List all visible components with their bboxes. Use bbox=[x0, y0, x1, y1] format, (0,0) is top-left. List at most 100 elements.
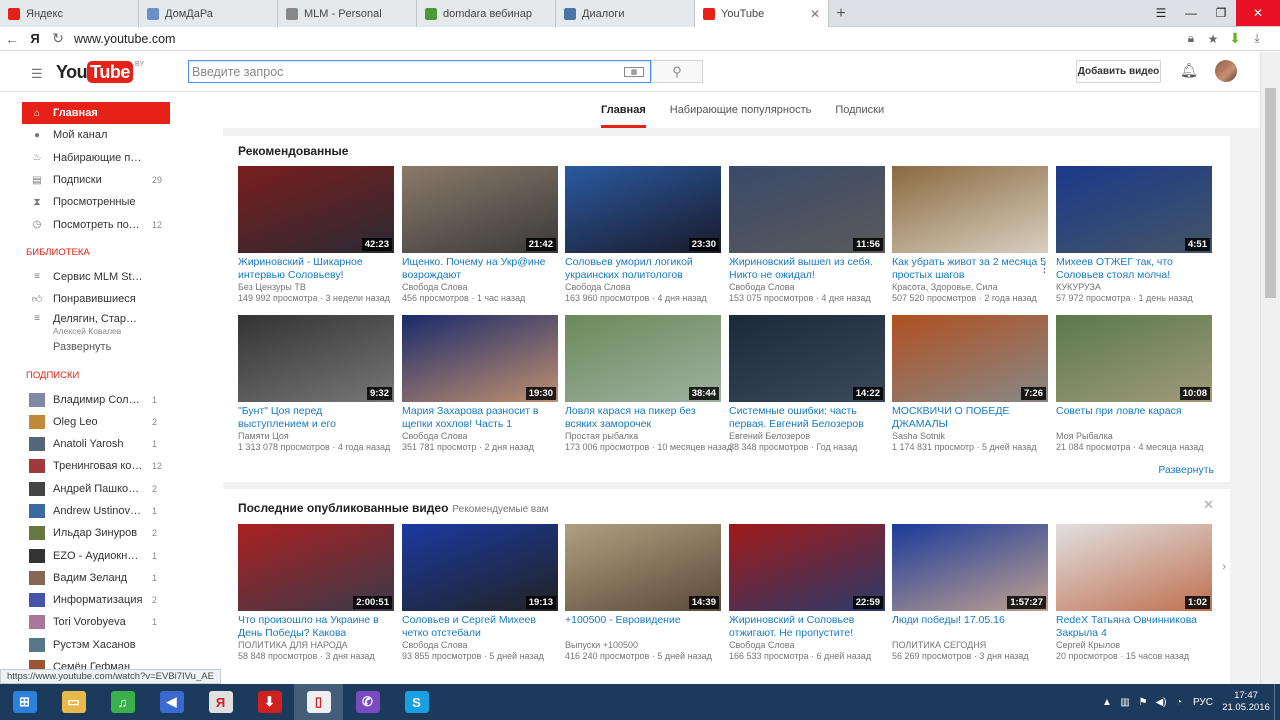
video-title[interactable]: Жириновский вышел из себя. Никто не ожид… bbox=[729, 256, 885, 282]
page-scrollbar[interactable] bbox=[1260, 52, 1280, 684]
sidebar-item[interactable]: ♨ Набирающие популярность bbox=[0, 147, 223, 169]
video-title[interactable]: +100500 - Евровидение bbox=[565, 614, 721, 640]
video-thumbnail[interactable]: 4:51 bbox=[1056, 166, 1212, 253]
video-channel[interactable]: Свобода Слова bbox=[729, 282, 885, 293]
video-title[interactable]: Ищенко. Почему на Укр@ине возрождают bbox=[402, 256, 558, 282]
keyboard-icon[interactable]: ▦ bbox=[624, 66, 644, 77]
video-thumbnail[interactable]: 21:42 bbox=[402, 166, 558, 253]
video-channel[interactable]: Выпуски +100500 bbox=[565, 640, 721, 651]
video-channel[interactable]: Красота, Здоровье, Сила bbox=[892, 282, 1048, 293]
dismiss-icon[interactable]: ✕ bbox=[1203, 497, 1214, 513]
video-card[interactable]: 2:00:51 Что произошло на Украине в День П… bbox=[238, 524, 394, 662]
sidebar-subscription[interactable]: Andrew Ustinovich 1 bbox=[0, 500, 223, 522]
video-card[interactable]: 11:56 Жириновский вышел из себя. Никто не… bbox=[729, 166, 885, 304]
video-thumbnail[interactable]: 10:08 bbox=[1056, 315, 1212, 402]
volume-icon[interactable]: ◀) bbox=[1152, 697, 1170, 708]
video-title[interactable]: Мария Захарова разносит в щепки хохлов! … bbox=[402, 405, 558, 431]
music[interactable]: ♫ bbox=[98, 684, 147, 720]
sidebar-subscription[interactable]: Tori Vorobyeva 1 bbox=[0, 611, 223, 633]
video-thumbnail[interactable]: 14:22 bbox=[729, 315, 885, 402]
explorer[interactable]: ▭ bbox=[49, 684, 98, 720]
clock[interactable]: 17:47 21.05.2016 bbox=[1218, 690, 1274, 714]
sidebar-item-home[interactable]: ⌂ Главная bbox=[22, 102, 170, 125]
video-channel[interactable]: Моя Рыбалка bbox=[1056, 431, 1212, 442]
video-thumbnail[interactable]: 19:13 bbox=[402, 524, 558, 611]
video-thumbnail[interactable]: 19:30 bbox=[402, 315, 558, 402]
tab-list-icon[interactable]: ☰ bbox=[1146, 0, 1176, 26]
video-card[interactable]: 9:32 "Бунт" Цоя перед выступлением и его П… bbox=[238, 315, 394, 453]
network-icon[interactable]: ▥ bbox=[1116, 697, 1134, 708]
sidebar-subscription[interactable]: Информатизация 2 bbox=[0, 589, 223, 611]
start-button[interactable]: ⊞ bbox=[0, 684, 49, 720]
video-channel[interactable]: Sasha Sotnik bbox=[892, 431, 1048, 442]
video-thumbnail[interactable]: 23:30 bbox=[565, 166, 721, 253]
sidebar-item[interactable]: 👍︎ Понравившиеся bbox=[0, 288, 223, 310]
show-desktop-button[interactable] bbox=[1274, 684, 1280, 720]
browser-tab[interactable]: YouTube ✕ bbox=[695, 0, 829, 27]
minimize-icon[interactable]: — bbox=[1176, 0, 1206, 26]
guide-menu-icon[interactable]: ☰ bbox=[31, 66, 43, 82]
sidebar-item[interactable]: ≡ Делягин, Стариков, ХазинАлексей Ковалев bbox=[0, 310, 223, 336]
reload-icon[interactable]: ↻ bbox=[46, 30, 70, 47]
video-channel[interactable]: КУКУРУЗА bbox=[1056, 282, 1212, 293]
search-button[interactable]: ⚲ bbox=[651, 60, 703, 83]
video-thumbnail[interactable]: 42:23 bbox=[238, 166, 394, 253]
chevron-right-icon[interactable]: › bbox=[1222, 561, 1226, 573]
video-card[interactable]: 1:57:27 Люди победы! 17.05.16 ПОЛИТИКА СЕГ… bbox=[892, 524, 1048, 662]
video-title[interactable]: Михеев ОТЖЕГ так, что Соловьев стоял мол… bbox=[1056, 256, 1212, 282]
sidebar-subscription[interactable]: Ильдар Зинуров 2 bbox=[0, 522, 223, 544]
video-title[interactable]: "Бунт" Цоя перед выступлением и его bbox=[238, 405, 394, 431]
video-title[interactable]: Люди победы! 17.05.16 bbox=[892, 614, 1048, 640]
video-card[interactable]: 38:44 Ловля карася на пикер без всяких за… bbox=[565, 315, 732, 453]
video-card[interactable]: 42:23 Жириновский - Шикарное интервью Сол… bbox=[238, 166, 394, 304]
video-card[interactable]: Как убрать живот за 2 месяца 5 простых ш… bbox=[892, 166, 1048, 304]
sidebar-item[interactable]: ● Мой канал bbox=[0, 124, 223, 146]
download-arrow-icon[interactable]: ⬇ bbox=[1224, 30, 1246, 47]
video-thumbnail[interactable]: 22:59 bbox=[729, 524, 885, 611]
bookmark-star-icon[interactable]: ★ bbox=[1202, 32, 1224, 46]
video-card[interactable]: 10:08 Советы при ловле карася Моя Рыбалка 2… bbox=[1056, 315, 1212, 453]
video-title[interactable]: Что произошло на Украине в День Победы? … bbox=[238, 614, 394, 640]
scrollbar-thumb[interactable] bbox=[1265, 88, 1276, 298]
sidebar-subscription[interactable]: EZO - Аудиокниги 1 bbox=[0, 544, 223, 566]
tray-expand-icon[interactable]: ▲ bbox=[1098, 697, 1116, 708]
expand-library-button[interactable]: Развернуть bbox=[0, 336, 223, 358]
video-title[interactable]: Соловьев уморил логикой украинских полит… bbox=[565, 256, 721, 282]
audio[interactable]: ◀ bbox=[147, 684, 196, 720]
downloads-icon[interactable]: ⤓ bbox=[1246, 31, 1268, 46]
url-field[interactable]: www.youtube.com bbox=[70, 32, 1180, 46]
sidebar-subscription[interactable]: Anatoli Yarosh 1 bbox=[0, 433, 223, 455]
sidebar-item[interactable]: ◷ Посмотреть позже 12 bbox=[0, 213, 223, 235]
notifications-bell-icon[interactable]: 🔔︎ bbox=[1180, 62, 1198, 79]
sidebar-subscription[interactable]: Вадим Зеланд 1 bbox=[0, 567, 223, 589]
search-input[interactable]: Введите запрос ▦ bbox=[188, 60, 651, 83]
video-channel[interactable]: Свобода Слова bbox=[729, 640, 885, 651]
video-card[interactable]: 1:02 RedeX Татьяна Овчинникова Закрыла 4С… bbox=[1056, 524, 1212, 662]
video-thumbnail[interactable]: 2:00:51 bbox=[238, 524, 394, 611]
avatar[interactable] bbox=[1215, 60, 1237, 82]
yandex-button[interactable]: Я bbox=[24, 31, 46, 46]
video-card[interactable]: 22:59 Жириновский и Соловьев отжигают. Не… bbox=[729, 524, 885, 662]
sidebar-item[interactable]: ▤ Подписки 29 bbox=[0, 169, 223, 191]
video-channel[interactable]: Простая рыбалка bbox=[565, 431, 721, 442]
video-title[interactable]: Системные ошибки: часть первая. Евгений … bbox=[729, 405, 885, 431]
lock-icon[interactable]: 🔒︎ bbox=[1180, 31, 1202, 46]
video-thumbnail[interactable]: 7:26 bbox=[892, 315, 1048, 402]
video-title[interactable]: Жириновский и Соловьев отжигают. Не проп… bbox=[729, 614, 885, 640]
close-tab-icon[interactable]: ✕ bbox=[810, 7, 820, 21]
video-card[interactable]: 23:30 Соловьев уморил логикой украинских … bbox=[565, 166, 721, 304]
video-card[interactable]: 4:51 Михеев ОТЖЕГ так, что Соловьев стоял… bbox=[1056, 166, 1212, 304]
viber[interactable]: ✆ bbox=[343, 684, 392, 720]
video-channel[interactable]: Сергей Крылов bbox=[1056, 640, 1212, 651]
skype[interactable]: S bbox=[392, 684, 441, 720]
video-channel[interactable]: Без Цензуры ТВ bbox=[238, 282, 394, 293]
sidebar-item[interactable]: ⧗ Просмотренные bbox=[0, 191, 223, 213]
video-title[interactable]: Как убрать живот за 2 месяца 5 простых ш… bbox=[892, 256, 1048, 282]
yandex-browser[interactable]: Я bbox=[196, 684, 245, 720]
flag-icon[interactable]: ⚑ bbox=[1134, 697, 1152, 708]
video-channel[interactable]: Свобода Слова bbox=[565, 282, 721, 293]
browser-tab[interactable]: MLM - Personal bbox=[278, 0, 417, 27]
tab-feed[interactable]: Подписки bbox=[823, 92, 896, 128]
sidebar-subscription[interactable]: Андрей Пашковский 2 bbox=[0, 478, 223, 500]
video-title[interactable]: Жириновский - Шикарное интервью Соловьев… bbox=[238, 256, 394, 282]
